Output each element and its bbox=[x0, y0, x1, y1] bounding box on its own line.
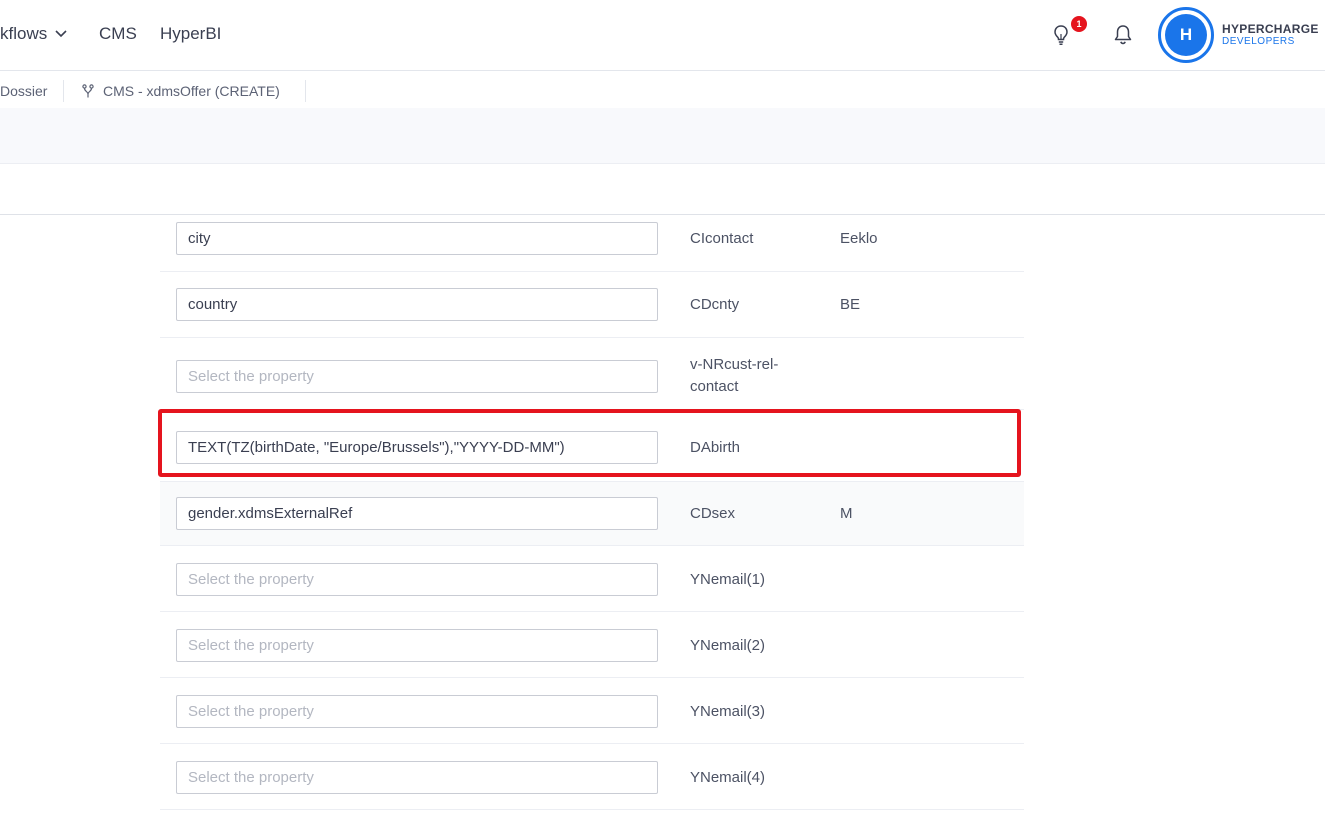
tab-bar: Dossier CMS - xdmsOffer (CREATE) bbox=[0, 72, 1325, 108]
property-input[interactable] bbox=[176, 431, 658, 464]
toolbar-band bbox=[0, 108, 1325, 164]
target-field: YNemail(4) bbox=[690, 769, 766, 786]
sample-value: M bbox=[840, 505, 853, 522]
table-row: CDsex M bbox=[160, 482, 1024, 546]
notification-badge: 1 bbox=[1071, 16, 1087, 32]
table-row: YNemail(1) bbox=[160, 546, 1024, 612]
target-field: DAbirth bbox=[690, 439, 741, 456]
property-input[interactable] bbox=[176, 629, 658, 662]
tab-cms-offer[interactable]: CMS - xdmsOffer (CREATE) bbox=[81, 82, 280, 100]
nav-cms[interactable]: CMS bbox=[99, 24, 137, 44]
target-field: CDsex bbox=[690, 505, 736, 522]
table-row: YNemail(3) bbox=[160, 678, 1024, 744]
property-input[interactable] bbox=[176, 222, 658, 255]
tab-divider bbox=[305, 80, 306, 102]
lightbulb-icon[interactable] bbox=[1052, 24, 1070, 51]
tab-cms-offer-label: CMS - xdmsOffer (CREATE) bbox=[103, 83, 280, 99]
nav-hyperbi-label: HyperBI bbox=[160, 24, 222, 43]
property-input[interactable] bbox=[176, 288, 658, 321]
target-field: CDcnty bbox=[690, 296, 740, 313]
avatar-initial: H bbox=[1165, 14, 1207, 56]
property-input[interactable] bbox=[176, 695, 658, 728]
property-input[interactable] bbox=[176, 497, 658, 530]
tab-divider bbox=[63, 80, 64, 102]
brand-title: HYPERCHARGE bbox=[1222, 22, 1319, 36]
chevron-down-icon bbox=[55, 30, 67, 38]
table-row: YNemail(4) bbox=[160, 744, 1024, 810]
table-row: YNemail(2) bbox=[160, 612, 1024, 678]
target-field: CIcontact bbox=[690, 230, 754, 247]
sample-value: Eeklo bbox=[840, 230, 878, 247]
nav-cms-label: CMS bbox=[99, 24, 137, 43]
table-row: CDcnty BE bbox=[160, 272, 1024, 338]
tab-dossier[interactable]: Dossier bbox=[0, 82, 47, 100]
target-field: YNemail(1) bbox=[690, 571, 766, 588]
tab-dossier-label: Dossier bbox=[0, 83, 48, 99]
sample-value: BE bbox=[840, 296, 861, 313]
branch-icon bbox=[82, 83, 94, 97]
avatar[interactable]: H bbox=[1158, 7, 1214, 63]
target-field: v-NRcust-rel-contact bbox=[690, 356, 779, 395]
table-row: v-NRcust-rel-contact bbox=[160, 338, 1024, 410]
nav-workflows[interactable]: kflows bbox=[0, 24, 67, 44]
target-field: YNemail(3) bbox=[690, 703, 766, 720]
table-row: CIcontact Eeklo bbox=[160, 206, 1024, 272]
nav-hyperbi[interactable]: HyperBI bbox=[160, 24, 221, 44]
top-navigation: kflows CMS HyperBI 1 H HYPERCHARGE DEVEL… bbox=[0, 0, 1325, 71]
property-input[interactable] bbox=[176, 360, 658, 393]
bell-icon[interactable] bbox=[1113, 24, 1133, 50]
target-field: YNemail(2) bbox=[690, 637, 766, 654]
brand-subtitle: DEVELOPERS bbox=[1222, 36, 1295, 47]
table-row: DAbirth bbox=[160, 410, 1024, 482]
nav-workflows-label: kflows bbox=[0, 24, 48, 43]
property-input[interactable] bbox=[176, 761, 658, 794]
property-input[interactable] bbox=[176, 563, 658, 596]
